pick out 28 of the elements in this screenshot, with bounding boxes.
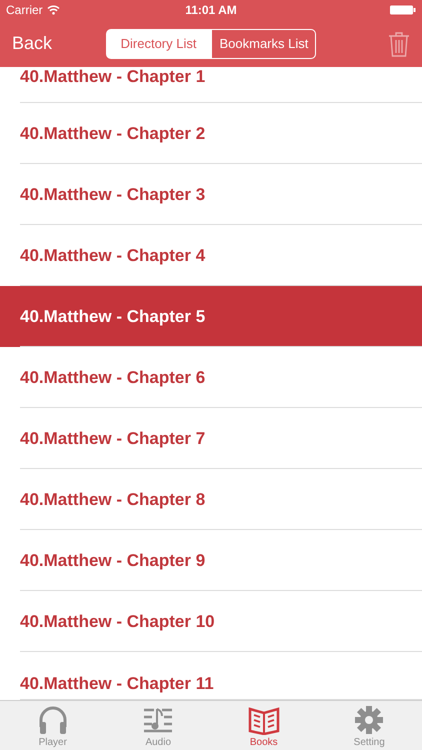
chapter-title: 40.Matthew - Chapter 7 bbox=[20, 428, 206, 448]
chapter-title: 40.Matthew - Chapter 8 bbox=[20, 490, 206, 510]
chapter-title: 40.Matthew - Chapter 9 bbox=[20, 550, 206, 570]
battery-icon bbox=[390, 5, 416, 15]
chapter-title: 40.Matthew - Chapter 5 bbox=[20, 306, 206, 326]
settings-icon bbox=[354, 705, 384, 735]
status-time: 11:01 AM bbox=[185, 3, 237, 17]
chapter-title: 40.Matthew - Chapter 10 bbox=[20, 612, 215, 632]
wifi-icon bbox=[46, 5, 60, 15]
tab-bar-item[interactable]: Audio bbox=[106, 701, 211, 750]
tab-bar-item[interactable]: Player bbox=[0, 701, 106, 750]
segment-tab[interactable]: Bookmarks List bbox=[211, 28, 316, 58]
chapter-title: 40.Matthew - Chapter 2 bbox=[20, 124, 206, 144]
tab-bar-item[interactable]: Setting bbox=[316, 701, 422, 750]
carrier-label: Carrier bbox=[6, 3, 43, 17]
chapter-title: 40.Matthew - Chapter 1 bbox=[20, 67, 206, 87]
segment-tab[interactable]: Directory List bbox=[106, 28, 212, 58]
chapter-title: 40.Matthew - Chapter 4 bbox=[20, 246, 206, 266]
open-book-icon bbox=[248, 705, 280, 735]
chapter-title: 40.Matthew - Chapter 11 bbox=[20, 674, 214, 694]
tab-bar-item[interactable]: Books bbox=[211, 701, 316, 750]
headphones-icon bbox=[36, 705, 69, 735]
music-list-icon bbox=[142, 707, 174, 735]
chapter-title: 40.Matthew - Chapter 6 bbox=[20, 368, 206, 388]
back-button[interactable]: Back bbox=[12, 33, 92, 54]
trash-icon[interactable] bbox=[388, 30, 410, 56]
chapter-row[interactable]: 40.Matthew - Chapter 5 bbox=[0, 286, 422, 347]
chapter-title: 40.Matthew - Chapter 3 bbox=[20, 184, 206, 204]
